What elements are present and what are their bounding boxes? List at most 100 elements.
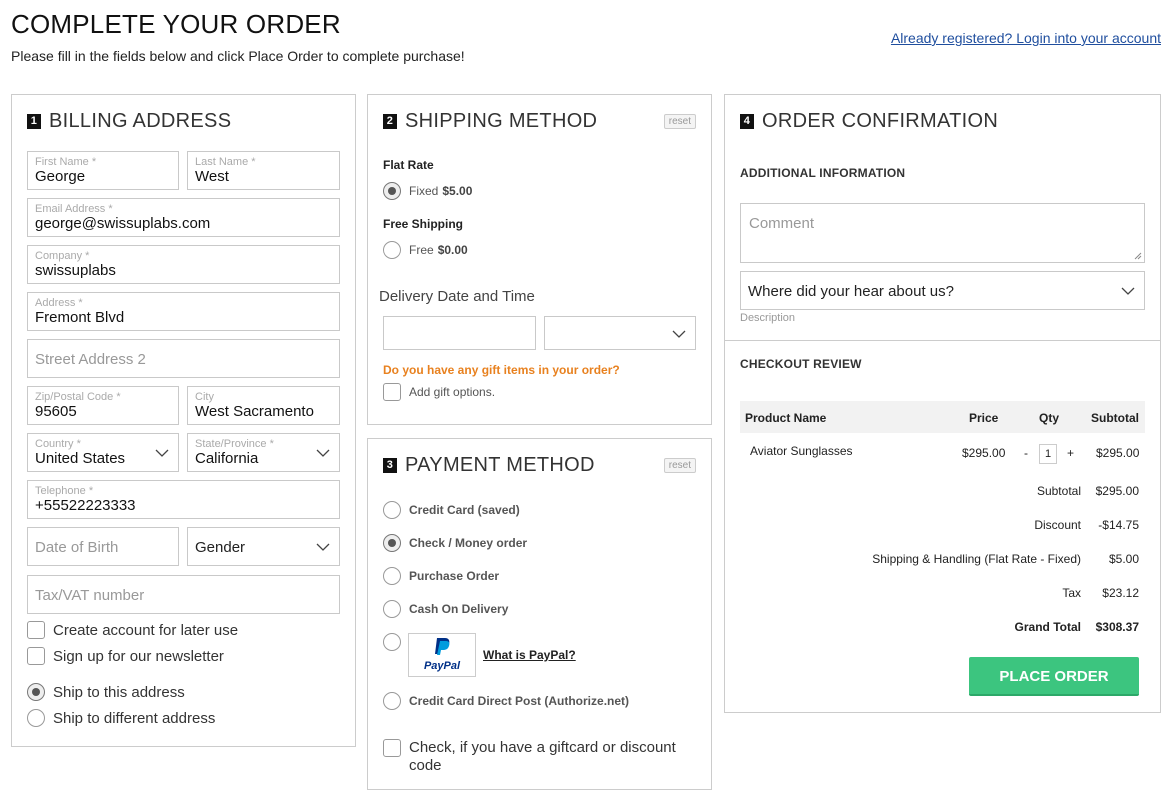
tax-label: Tax [1062,586,1081,600]
qty-input[interactable]: 1 [1039,444,1057,464]
ship-to-this-address-radio[interactable]: Ship to this address [27,683,185,701]
last-name-value: West [195,168,229,185]
payment-check-money-order[interactable]: Check / Money order [383,534,527,552]
payment-purchase-order[interactable]: Purchase Order [383,567,499,585]
telephone-value: +55522223333 [35,497,136,514]
place-order-button[interactable]: PLACE ORDER [969,657,1139,696]
payment-credit-card-saved[interactable]: Credit Card (saved) [383,501,520,519]
billing-section-header: 1 BILLING ADDRESS [27,110,231,133]
checkbox-box[interactable] [27,621,45,639]
telephone-label: Telephone * [35,485,94,497]
email-label: Email Address * [35,203,113,215]
date-of-birth-placeholder: Date of Birth [35,539,119,556]
hear-about-us-select[interactable]: Where did your hear about us? [740,271,1145,310]
qty-decrease-button[interactable]: - [1024,446,1028,460]
company-field[interactable]: Company * swissuplabs [27,245,340,284]
chevron-down-icon [672,330,686,338]
login-link[interactable]: Already registered? Login into your acco… [891,30,1161,46]
section-number-badge: 2 [383,114,397,129]
billing-address-panel: 1 BILLING ADDRESS First Name * George La… [11,94,356,747]
radio-selected[interactable] [27,683,45,701]
radio-unselected[interactable] [383,692,401,710]
radio-unselected[interactable] [383,600,401,618]
payment-method-label: Check / Money order [409,536,528,550]
checkbox-box[interactable] [383,739,401,757]
delivery-date-input[interactable] [383,316,536,350]
ship-to-this-address-label: Ship to this address [53,683,185,701]
payment-title: PAYMENT METHOD [405,454,595,476]
payment-reset-button[interactable]: reset [663,458,696,473]
page-title: COMPLETE YOUR ORDER [11,9,341,39]
newsletter-label: Sign up for our newsletter [53,647,224,665]
column-product-name: Product Name [745,411,827,425]
first-name-field[interactable]: First Name * George [27,151,179,190]
section-divider [725,340,1160,341]
giftcard-checkbox[interactable]: Check, if you have a giftcard or discoun… [383,739,693,775]
confirmation-section-header: 4 ORDER CONFIRMATION [740,110,998,133]
state-label: State/Province * [195,438,274,450]
flat-rate-carrier: Flat Rate [383,158,434,172]
zip-label: Zip/Postal Code * [35,391,121,403]
giftcard-label: Check, if you have a giftcard or discoun… [409,739,676,774]
email-field[interactable]: Email Address * george@swissuplabs.com [27,198,340,237]
comment-textarea[interactable]: Comment [740,203,1145,263]
payment-cash-on-delivery[interactable]: Cash On Delivery [383,600,508,618]
flat-rate-price: $5.00 [442,184,473,198]
add-gift-options-checkbox[interactable]: Add gift options. [383,383,495,401]
radio-selected[interactable] [383,534,401,552]
create-account-checkbox[interactable]: Create account for later use [27,621,238,639]
radio-unselected[interactable] [383,567,401,585]
chevron-down-icon [155,449,169,457]
radio-unselected[interactable] [383,241,401,259]
zip-value: 95605 [35,403,77,420]
shipping-reset-button[interactable]: reset [663,114,696,129]
newsletter-checkbox[interactable]: Sign up for our newsletter [27,647,224,665]
checkout-review-heading: CHECKOUT REVIEW [740,357,862,371]
qty-increase-button[interactable]: + [1067,446,1074,460]
resize-handle-icon[interactable] [1134,252,1142,260]
chevron-down-icon [316,449,330,457]
free-shipping-method: Free [409,243,434,257]
payment-method-panel: 3 PAYMENT METHOD reset Credit Card (save… [367,438,712,790]
subtotal-label: Subtotal [1036,484,1081,498]
street-address-2-field[interactable]: Street Address 2 [27,339,340,378]
payment-method-label: Credit Card Direct Post (Authorize.net) [409,694,630,708]
tax-value: $23.12 [1102,586,1139,600]
payment-authorize-net[interactable]: Credit Card Direct Post (Authorize.net) [383,692,629,710]
date-of-birth-field[interactable]: Date of Birth [27,527,179,566]
checkbox-box[interactable] [383,383,401,401]
free-shipping-option[interactable]: Free $0.00 [383,241,468,259]
page-subtitle: Please fill in the fields below and clic… [11,48,465,64]
company-label: Company * [35,250,90,262]
state-select[interactable]: State/Province * California [187,433,340,472]
gender-select[interactable]: Gender [187,527,340,566]
city-field[interactable]: City West Sacramento [187,386,340,425]
telephone-field[interactable]: Telephone * +55522223333 [27,480,340,519]
address-field[interactable]: Address * Fremont Blvd [27,292,340,331]
last-name-field[interactable]: Last Name * West [187,151,340,190]
what-is-paypal-link[interactable]: What is PayPal? [483,648,576,662]
country-select[interactable]: Country * United States [27,433,179,472]
checkbox-box[interactable] [27,647,45,665]
radio-selected[interactable] [383,182,401,200]
payment-method-label: Cash On Delivery [409,602,509,616]
flat-rate-option[interactable]: Fixed $5.00 [383,182,472,200]
ship-to-different-address-radio[interactable]: Ship to different address [27,709,215,727]
grand-total-value: $308.37 [1095,620,1139,634]
radio-unselected[interactable] [27,709,45,727]
last-name-label: Last Name * [195,156,256,168]
description-caption: Description [740,312,796,324]
hear-about-us-value: Where did your hear about us? [748,283,954,300]
delivery-date-label: Delivery Date and Time [379,288,535,305]
additional-information-heading: ADDITIONAL INFORMATION [740,166,906,180]
tax-vat-field[interactable]: Tax/VAT number [27,575,340,614]
zip-field[interactable]: Zip/Postal Code * 95605 [27,386,179,425]
paypal-radio[interactable] [383,633,401,651]
item-name: Aviator Sunglasses [750,444,853,458]
delivery-time-select[interactable] [544,316,696,350]
radio-unselected[interactable] [383,501,401,519]
section-number-badge: 4 [740,114,754,129]
column-qty: Qty [1039,411,1060,425]
tax-vat-placeholder: Tax/VAT number [35,587,145,604]
paypal-logo: PayPal [408,633,476,677]
